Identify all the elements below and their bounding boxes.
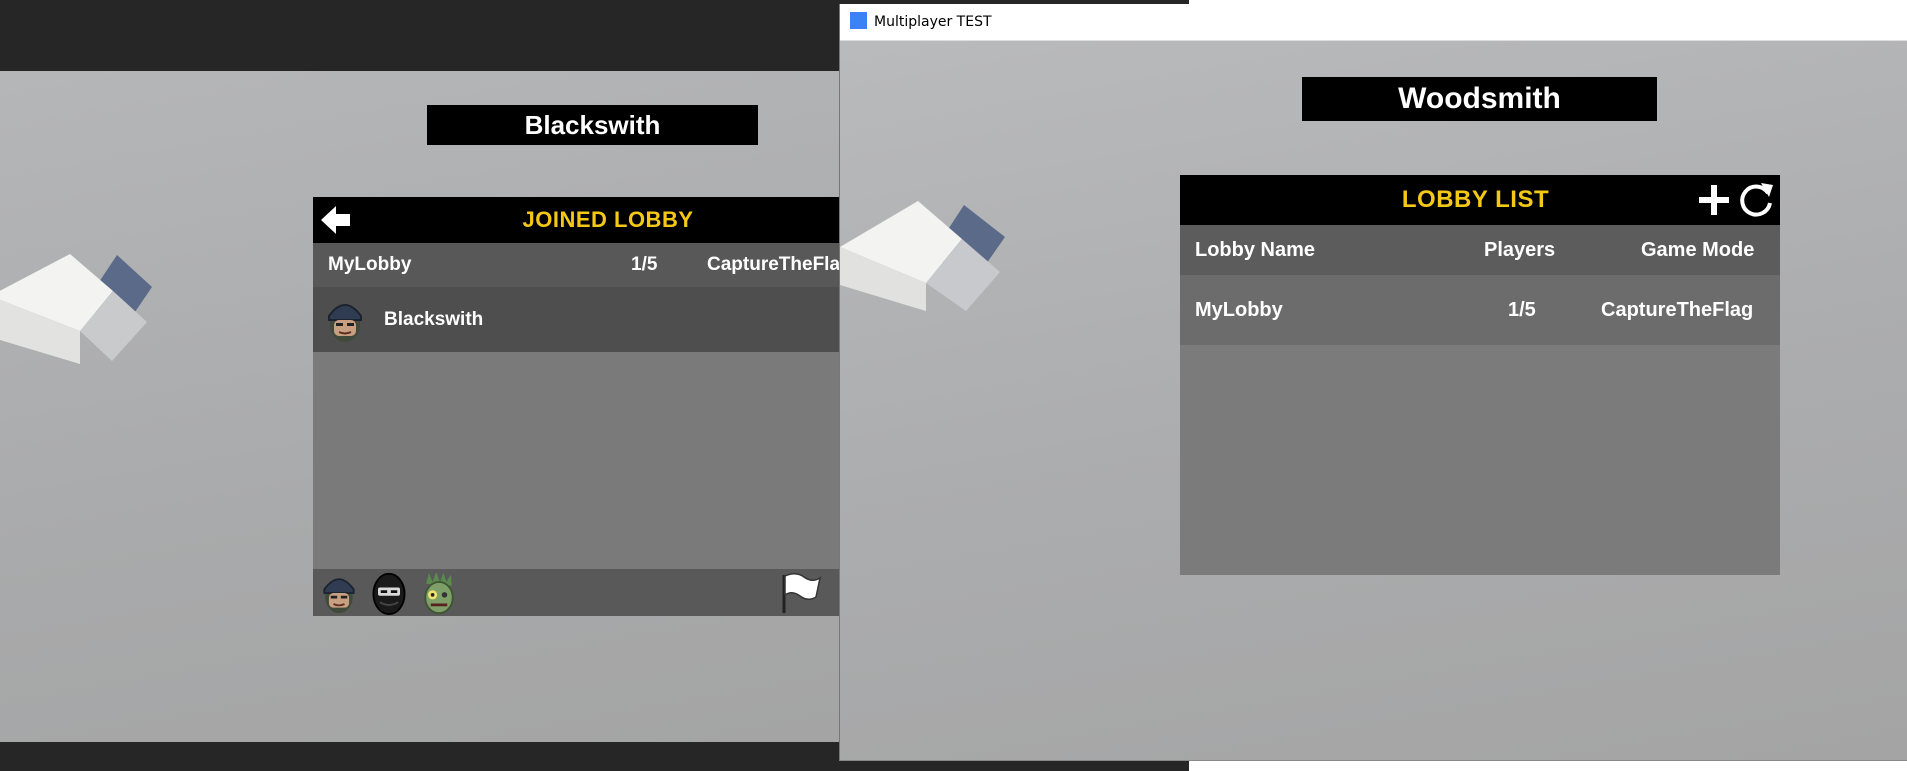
right-game-viewport: Woodsmith LOBBY LIST Lobby Name Players … [840,41,1907,760]
soldier-avatar-icon [328,304,362,342]
player-name-banner: Woodsmith [1302,77,1657,121]
window-title-bar[interactable]: Multiplayer TEST [840,4,1907,41]
window-title: Multiplayer TEST [874,14,992,30]
column-header-players: Players [1484,239,1556,261]
joined-lobby-players: 1/5 [631,254,658,275]
lobby-list-title: LOBBY LIST [1401,186,1550,213]
white-flag-icon[interactable] [778,571,822,615]
player-name-banner: Blackswith [427,105,758,145]
soldier-avatar-icon[interactable] [319,571,359,615]
cube-3d-object [840,201,1005,311]
ninja-avatar-icon[interactable] [369,571,409,615]
zombie-avatar-icon[interactable] [419,571,459,615]
lobby-list-panel: LOBBY LIST Lobby Name Players Game Mode … [1180,175,1780,575]
plus-icon[interactable] [1697,183,1731,217]
app-icon [850,12,867,29]
joined-lobby-name: MyLobby [328,254,412,275]
lobby-list-row[interactable]: MyLobby 1/5 CaptureTheFlag [1180,275,1780,345]
column-header-lobby-name: Lobby Name [1195,239,1316,261]
column-header-game-mode: Game Mode [1641,239,1755,261]
joined-lobby-game-mode: CaptureTheFla [707,254,841,275]
lobby-row-players: 1/5 [1508,299,1536,321]
multiplayer-test-window: Multiplayer TEST Woodsmith LOBBY LIST Lo… [839,4,1907,761]
lobby-row-name: MyLobby [1195,299,1283,321]
lobby-player-name: Blackswith [384,309,484,330]
lobby-list-header: LOBBY LIST [1180,175,1780,225]
cube-3d-object [0,254,152,364]
refresh-icon[interactable] [1737,181,1775,219]
lobby-row-game-mode: CaptureTheFlag [1601,299,1754,321]
joined-lobby-title: JOINED LOBBY [522,207,694,232]
lobby-list-column-headers: Lobby Name Players Game Mode [1180,225,1780,275]
back-arrow-icon[interactable] [319,203,353,237]
